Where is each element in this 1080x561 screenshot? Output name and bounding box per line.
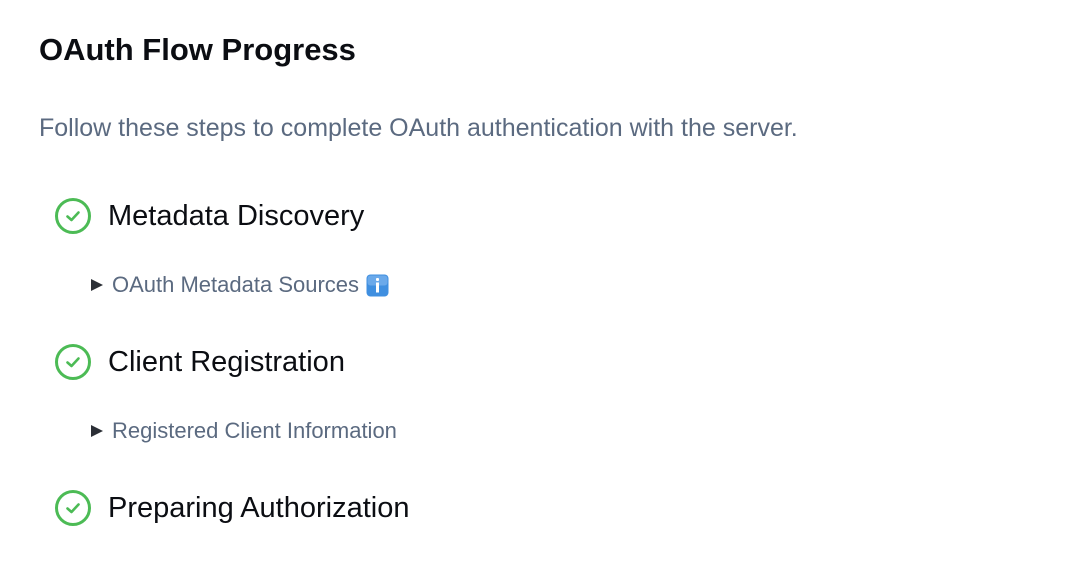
- check-circle-icon: [55, 198, 91, 234]
- check-circle-icon: [55, 344, 91, 380]
- details-summary-label: Registered Client Information: [112, 418, 397, 443]
- step-client-registration: Client Registration: [54, 343, 345, 381]
- page-subtitle: Follow these steps to complete OAuth aut…: [39, 114, 798, 142]
- step-preparing-authorization: Preparing Authorization: [54, 489, 409, 527]
- details-summary-label: OAuth Metadata Sources: [112, 272, 360, 297]
- check-circle-icon: [55, 490, 91, 526]
- disclosure-triangle-icon: [91, 279, 103, 291]
- step-metadata-discovery: Metadata Discovery: [54, 197, 364, 235]
- registered-client-information-toggle[interactable]: Registered Client Information: [91, 417, 397, 445]
- step-label: Metadata Discovery: [108, 200, 365, 232]
- disclosure-triangle-icon: [91, 425, 103, 437]
- info-icon: [366, 274, 389, 296]
- step-label: Preparing Authorization: [108, 492, 410, 524]
- step-label: Client Registration: [108, 346, 345, 378]
- page-title: OAuth Flow Progress: [39, 32, 356, 67]
- oauth-metadata-sources-toggle[interactable]: OAuth Metadata Sources: [91, 271, 389, 299]
